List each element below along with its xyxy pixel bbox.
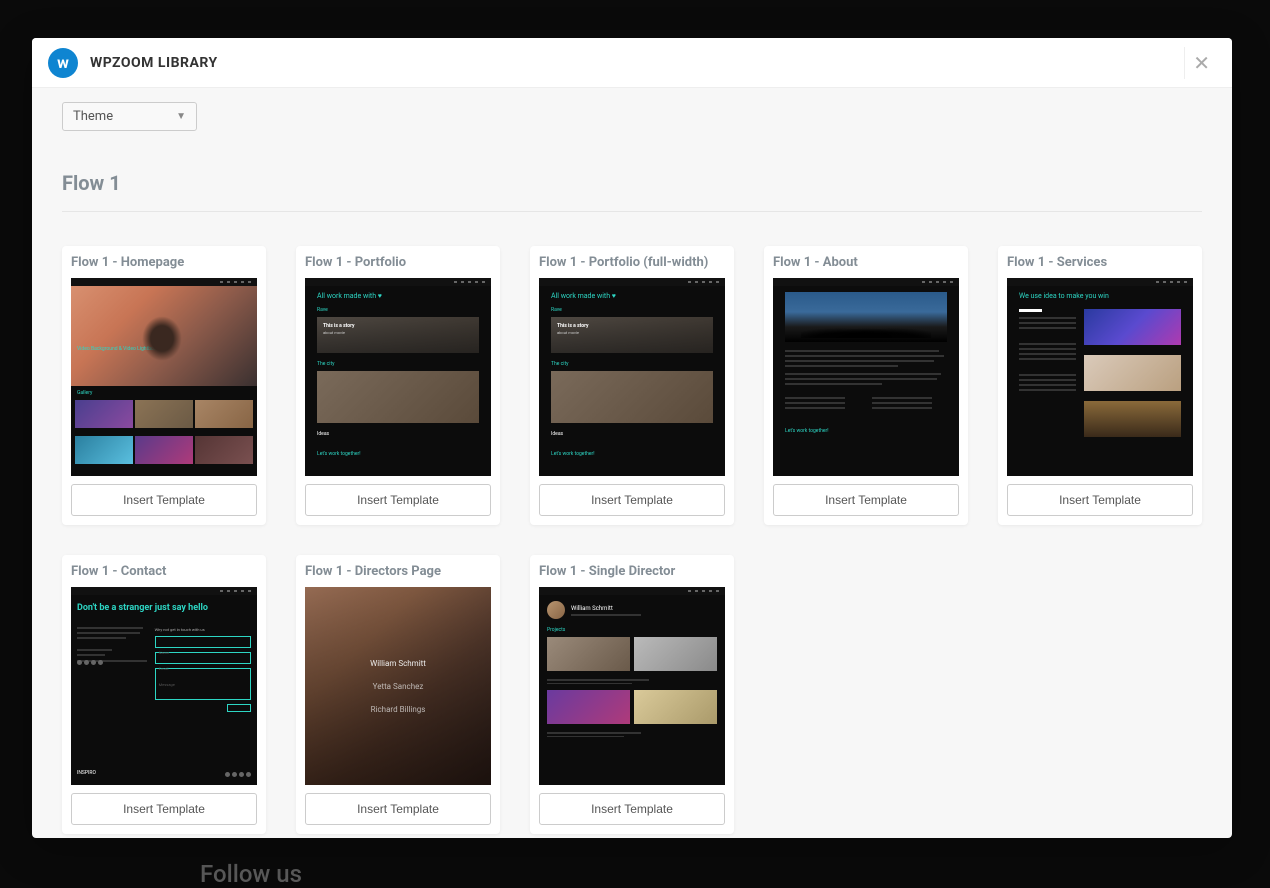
- close-button[interactable]: ✕: [1184, 47, 1218, 79]
- insert-template-button[interactable]: Insert Template: [539, 484, 725, 516]
- preview-tag: Rave: [551, 307, 713, 313]
- preview-cta: Let's work together!: [785, 428, 947, 434]
- preview-text: This is a story: [557, 323, 707, 329]
- template-title: Flow 1 - Contact: [71, 564, 257, 579]
- preview-heading: All work made with ♥: [317, 292, 479, 301]
- director-name: William Schmitt: [571, 605, 641, 612]
- preview-text: about movie: [557, 330, 707, 335]
- insert-template-button[interactable]: Insert Template: [305, 484, 491, 516]
- template-card-services: Flow 1 - Services We use idea to make yo…: [998, 246, 1202, 525]
- preview-brand: INSPIRO: [77, 770, 96, 776]
- template-preview[interactable]: All work made with ♥ Rave This is a stor…: [539, 278, 725, 476]
- preview-tag: The city: [317, 361, 479, 367]
- avatar: [547, 601, 565, 619]
- template-grid: Flow 1 - Homepage Video Background & Vid…: [62, 246, 1202, 834]
- theme-select-label: Theme: [73, 109, 113, 124]
- template-preview[interactable]: Let's work together!: [773, 278, 959, 476]
- template-preview[interactable]: William Schmitt Projects: [539, 587, 725, 785]
- insert-template-button[interactable]: Insert Template: [773, 484, 959, 516]
- insert-template-button[interactable]: Insert Template: [71, 484, 257, 516]
- template-card-single-director: Flow 1 - Single Director William Schmitt…: [530, 555, 734, 834]
- template-title: Flow 1 - Portfolio: [305, 255, 491, 270]
- template-card-portfolio-fullwidth: Flow 1 - Portfolio (full-width) All work…: [530, 246, 734, 525]
- preview-tag: The city: [551, 361, 713, 367]
- modal-header: w WPZOOM LIBRARY ✕: [32, 38, 1232, 88]
- template-title: Flow 1 - Single Director: [539, 564, 725, 579]
- template-card-about: Flow 1 - About Let's work together!: [764, 246, 968, 525]
- preview-heading: All work made with ♥: [551, 292, 713, 301]
- modal-body: Theme ▼ Flow 1 Flow 1 - Homepage Video B…: [32, 88, 1232, 838]
- template-preview[interactable]: William Schmitt Yetta Sanchez Richard Bi…: [305, 587, 491, 785]
- modal-title: WPZOOM LIBRARY: [90, 55, 218, 71]
- preview-tag: Rave: [317, 307, 479, 313]
- template-preview[interactable]: We use idea to make you win: [1007, 278, 1193, 476]
- preview-text: Ideas: [551, 431, 713, 437]
- template-card-portfolio: Flow 1 - Portfolio All work made with ♥ …: [296, 246, 500, 525]
- template-title: Flow 1 - Services: [1007, 255, 1193, 270]
- preview-text: Ideas: [317, 431, 479, 437]
- theme-filter-select[interactable]: Theme ▼: [62, 102, 197, 131]
- insert-template-button[interactable]: Insert Template: [539, 793, 725, 825]
- close-icon: ✕: [1193, 51, 1210, 75]
- template-title: Flow 1 - About: [773, 255, 959, 270]
- template-card-homepage: Flow 1 - Homepage Video Background & Vid…: [62, 246, 266, 525]
- insert-template-button[interactable]: Insert Template: [1007, 484, 1193, 516]
- chevron-down-icon: ▼: [176, 111, 186, 122]
- preview-hero-text: Video Background & Video Lightbox: [77, 346, 156, 352]
- template-preview[interactable]: Don't be a stranger just say hello Why n…: [71, 587, 257, 785]
- template-preview[interactable]: Video Background & Video Lightbox Galler…: [71, 278, 257, 476]
- preview-heading: Don't be a stranger just say hello: [77, 603, 251, 615]
- wpzoom-library-modal: w WPZOOM LIBRARY ✕ Theme ▼ Flow 1 Flow 1…: [32, 38, 1232, 838]
- director-name: Yetta Sanchez: [373, 682, 424, 691]
- template-card-directors: Flow 1 - Directors Page William Schmitt …: [296, 555, 500, 834]
- director-name: Richard Billings: [371, 705, 426, 714]
- preview-text: This is a story: [323, 323, 473, 329]
- director-name: William Schmitt: [370, 659, 426, 668]
- preview-section-label: Projects: [547, 627, 717, 633]
- template-preview[interactable]: All work made with ♥ Rave This is a stor…: [305, 278, 491, 476]
- insert-template-button[interactable]: Insert Template: [71, 793, 257, 825]
- section-title: Flow 1: [62, 171, 1202, 212]
- wpzoom-logo-icon: w: [48, 48, 78, 78]
- preview-heading: We use idea to make you win: [1019, 292, 1181, 301]
- template-title: Flow 1 - Homepage: [71, 255, 257, 270]
- template-title: Flow 1 - Portfolio (full-width): [539, 255, 725, 270]
- preview-cta: Let's work together!: [317, 451, 479, 457]
- template-title: Flow 1 - Directors Page: [305, 564, 491, 579]
- preview-cta: Let's work together!: [551, 451, 713, 457]
- template-card-contact: Flow 1 - Contact Don't be a stranger jus…: [62, 555, 266, 834]
- insert-template-button[interactable]: Insert Template: [305, 793, 491, 825]
- preview-text: about movie: [323, 330, 473, 335]
